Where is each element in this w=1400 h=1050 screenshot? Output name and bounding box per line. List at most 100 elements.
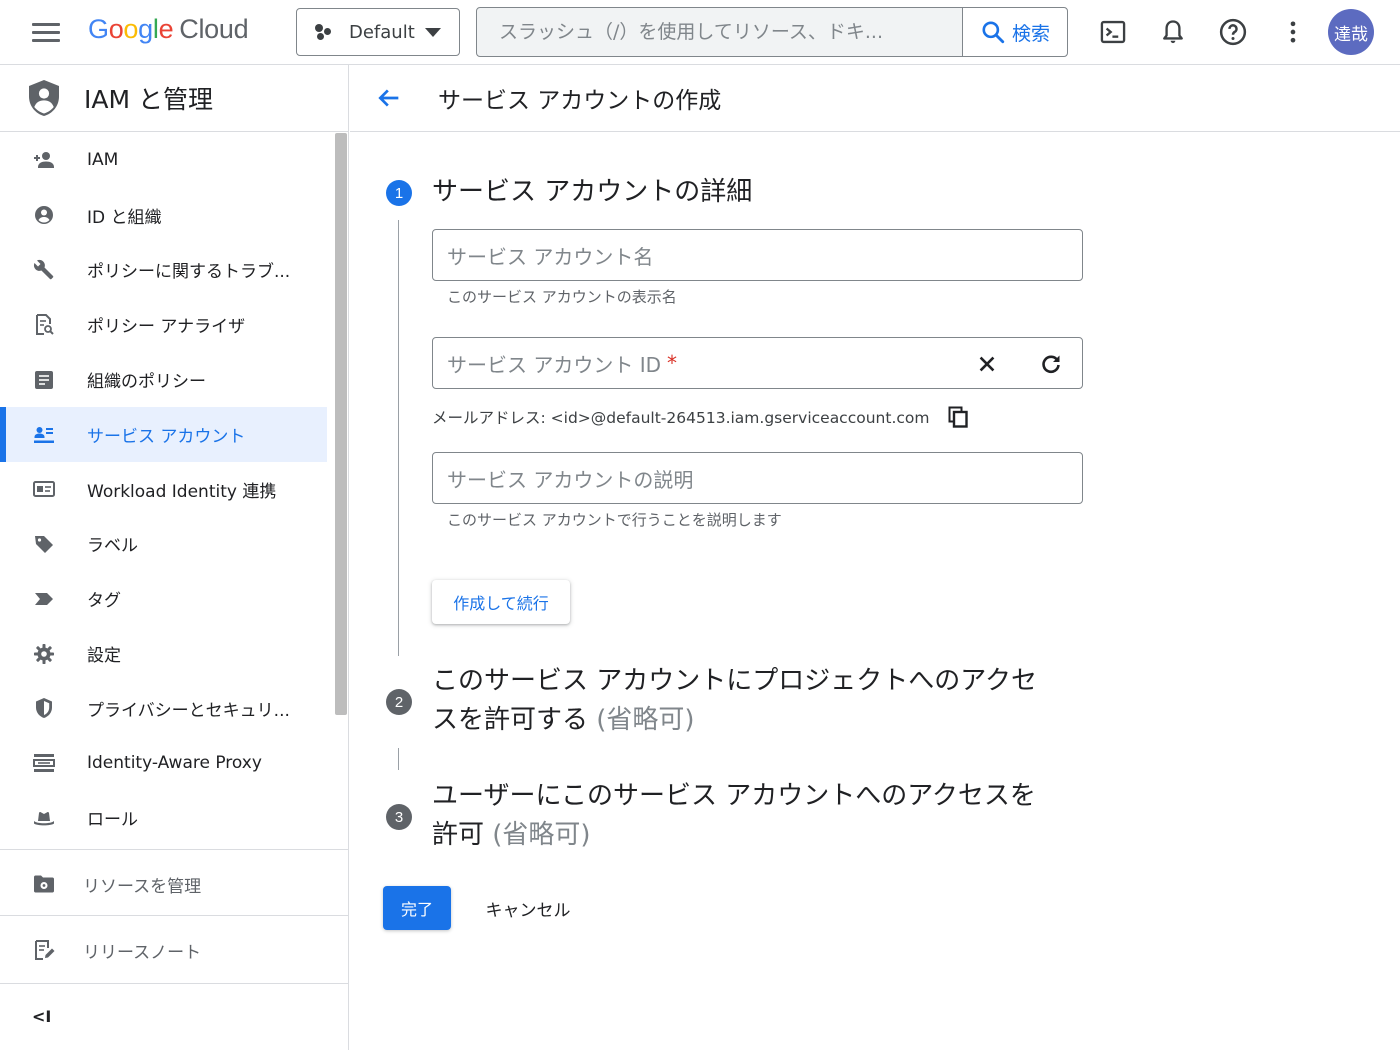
release-notes-label: リリースノート [83,942,202,963]
refresh-icon [1042,355,1060,374]
sidebar-item-label: Identity-Aware Proxy [87,753,262,774]
page-title: サービス アカウントの作成 [438,88,722,114]
more-options-button[interactable] [1277,16,1309,48]
service-account-description-field[interactable]: サービス アカウントの説明 [432,452,1083,504]
notifications-button[interactable] [1157,16,1189,48]
wrench-icon [32,258,56,282]
iam-shield-icon [29,80,59,116]
sidebar-item-label: サービス アカウント [87,426,246,447]
sidebar-item-tags[interactable]: タグ [0,571,335,626]
back-button[interactable] [374,83,404,113]
copy-email-button[interactable] [947,406,969,428]
policy-analyzer-icon [32,313,56,337]
name-hint: このサービス アカウントの表示名 [447,288,677,306]
tag-icon [32,587,56,611]
sidebar-item-roles[interactable]: ロール [0,791,335,846]
step-1-number: 1 [386,180,412,206]
project-selector[interactable]: Default [296,8,460,56]
optional-label: (省略可) [596,705,695,735]
release-notes-link[interactable]: リリースノート [0,924,349,976]
page-header: サービス アカウントの作成 [350,65,1400,132]
arrow-back-icon [378,89,399,107]
cloud-shell-button[interactable] [1097,16,1129,48]
person-add-icon [32,148,56,172]
divider [0,849,349,850]
collapse-sidebar-button[interactable]: <I [0,995,349,1037]
step-2-title[interactable]: このサービス アカウントにプロジェクトへのアクセ スを許可する (省略可) [432,662,1037,740]
proxy-icon [32,751,56,775]
gear-icon [32,642,56,666]
sidebar-item-label: タグ [87,591,121,612]
copy-icon [948,406,969,428]
help-icon [1219,18,1247,46]
step-connector [398,220,399,656]
description-placeholder: サービス アカウントの説明 [447,467,694,492]
sidebar-item-identity-organization[interactable]: ID と組織 [0,188,335,243]
manage-resources-link[interactable]: リソースを管理 [0,858,349,910]
email-text: メールアドレス: <id>@default-264513.iam.gservic… [432,409,930,427]
shield-icon [32,696,56,720]
regenerate-id-button[interactable] [1037,350,1065,378]
project-icon [315,22,335,42]
required-marker: * [667,351,678,375]
sidebar-item-policy-troubleshooter[interactable]: ポリシーに関するトラブ... [0,243,335,298]
sidebar-item-privacy-security[interactable]: プライバシーとセキュリ... [0,681,335,736]
avatar[interactable]: 達哉 [1328,9,1374,55]
sidebar-item-workload-identity[interactable]: Workload Identity 連携 [0,462,335,517]
search-button[interactable]: 検索 [962,8,1067,56]
service-account-id-placeholder: サービス アカウント ID [447,352,662,377]
clear-id-button[interactable] [973,350,1001,378]
bell-icon [1163,20,1183,44]
chevron-down-icon [425,27,441,37]
sidebar-nav: IAM ID と組織 ポリシーに関するトラブ... ポリシー アナライザ 組織の… [0,133,335,845]
description-hint: このサービス アカウントで行うことを説明します [447,511,782,529]
sidebar-item-identity-aware-proxy[interactable]: Identity-Aware Proxy [0,736,335,791]
main-menu-button[interactable] [30,20,62,46]
sidebar-item-service-accounts[interactable]: サービス アカウント [0,406,327,462]
account-circle-icon [32,203,56,227]
sidebar-item-label: IAM [87,150,119,171]
sidebar-item-label: ロール [87,810,138,831]
sidebar-item-settings[interactable]: 設定 [0,626,335,681]
cancel-button[interactable]: キャンセル [472,886,584,930]
sidebar-item-label: 設定 [87,646,121,667]
done-button[interactable]: 完了 [383,886,451,930]
sidebar-item-label: ID と組織 [87,207,162,228]
search-button-label: 検索 [1011,22,1050,45]
sidebar-item-label: Workload Identity 連携 [87,481,277,502]
sidebar-item-label: 組織のポリシー [87,372,206,393]
release-notes-icon [32,938,56,962]
hat-icon [32,806,56,830]
top-bar: GoogleCloud Default 検索 達哉 [0,0,1400,65]
sidebar-item-labels[interactable]: ラベル [0,517,335,572]
email-address: メールアドレス: <id>@default-264513.iam.gservic… [432,406,969,428]
sidebar-item-policy-analyzer[interactable]: ポリシー アナライザ [0,297,335,352]
sidebar-header: IAM と管理 [0,65,348,132]
create-and-continue-button[interactable]: 作成して続行 [432,580,570,624]
step-3-title-line2: 許可 [432,820,485,850]
label-icon [32,532,56,556]
step-2-title-line1: このサービス アカウントにプロジェクトへのアクセ [432,666,1037,696]
divider [0,983,349,984]
more-vert-icon [1290,21,1296,43]
step-2-number: 2 [386,689,412,715]
optional-label: (省略可) [492,820,591,850]
help-button[interactable] [1217,16,1249,48]
list-icon [32,368,56,392]
search-input[interactable] [477,8,962,56]
step-3-title[interactable]: ユーザーにこのサービス アカウントへのアクセスを 許可 (省略可) [432,777,1036,855]
close-icon [979,356,995,372]
google-cloud-logo[interactable]: Google Cloud [88,14,249,45]
service-account-name-field[interactable]: サービス アカウント名 [432,229,1083,281]
sidebar-item-iam[interactable]: IAM [0,133,335,188]
sidebar-item-label: プライバシーとセキュリ... [87,700,290,721]
sidebar-item-org-policies[interactable]: 組織のポリシー [0,352,335,407]
logo-google: Google [88,14,174,44]
service-account-icon [32,422,56,446]
folder-gear-icon [32,872,56,896]
service-account-id-field[interactable]: サービス アカウント ID * [432,337,1083,389]
divider [0,915,349,916]
step-2-title-line2: スを許可する [432,705,589,735]
step-1-title[interactable]: サービス アカウントの詳細 [432,173,752,212]
sidebar-scrollbar[interactable] [335,133,347,715]
